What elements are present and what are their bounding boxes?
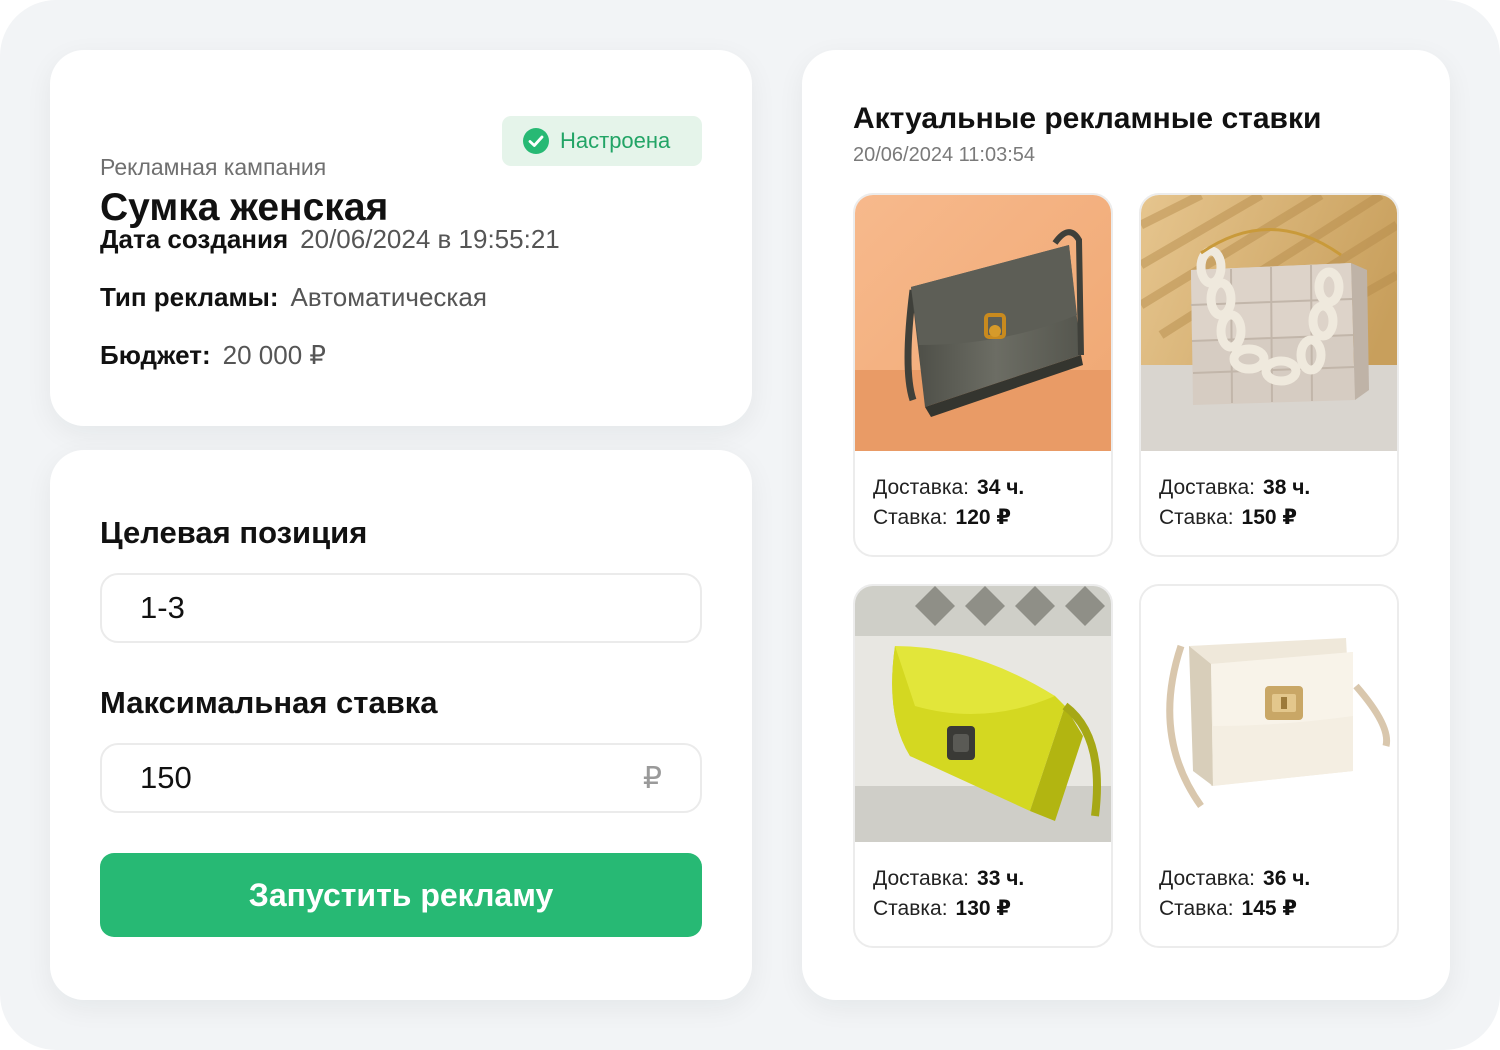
created-date-value: 20/06/2024 в 19:55:21 — [300, 224, 560, 254]
bid-value: 145 ₽ — [1241, 897, 1298, 920]
yellow-bag-image — [855, 586, 1111, 842]
bid-label: Ставка: — [1159, 506, 1234, 529]
ad-type-row: Тип рекламы: Автоматическая — [100, 282, 487, 313]
created-date-label: Дата создания — [100, 224, 289, 254]
delivery-label: Доставка: — [1159, 867, 1256, 890]
budget-row: Бюджет: 20 000 ₽ — [100, 340, 326, 371]
ruble-icon: ₽ — [642, 761, 662, 795]
delivery-value: 38 ч. — [1263, 476, 1311, 499]
ad-type-value: Автоматическая — [290, 282, 487, 312]
status-text: Настроена — [560, 128, 671, 153]
max-bid-input[interactable]: 150 ₽ — [100, 743, 702, 813]
current-bids-card: Актуальные рекламные ставки 20/06/2024 1… — [802, 50, 1450, 1000]
budget-value: 20 000 ₽ — [222, 340, 326, 370]
product-meta: Доставка: 33 ч. Ставка: 130 ₽ — [873, 864, 1024, 924]
product-card[interactable]: Доставка: 33 ч. Ставка: 130 ₽ — [853, 584, 1113, 948]
campaign-label: Рекламная кампания — [100, 154, 327, 180]
product-meta: Доставка: 34 ч. Ставка: 120 ₽ — [873, 473, 1024, 533]
delivery-value: 34 ч. — [977, 476, 1025, 499]
product-card[interactable]: Доставка: 34 ч. Ставка: 120 ₽ — [853, 193, 1113, 557]
product-meta: Доставка: 38 ч. Ставка: 150 ₽ — [1159, 473, 1310, 533]
quilted-beige-bag-image — [1141, 195, 1397, 451]
campaign-info-card: Рекламная кампания Сумка женская Настрое… — [50, 50, 752, 426]
check-circle-icon — [523, 128, 549, 154]
budget-label: Бюджет: — [100, 340, 211, 370]
delivery-value: 33 ч. — [977, 867, 1025, 890]
status-badge: Настроена — [502, 116, 702, 166]
bids-timestamp: 20/06/2024 11:03:54 — [853, 144, 1036, 166]
max-bid-label: Максимальная ставка — [100, 685, 438, 720]
campaign-settings-card: Целевая позиция 1-3 Максимальная ставка … — [50, 450, 752, 1000]
delivery-value: 36 ч. — [1263, 867, 1311, 890]
delivery-label: Доставка: — [873, 476, 970, 499]
target-position-value: 1-3 — [140, 590, 185, 625]
target-position-label: Целевая позиция — [100, 515, 368, 550]
bid-label: Ставка: — [873, 506, 948, 529]
max-bid-value: 150 — [140, 760, 192, 795]
cream-bag-image — [1141, 586, 1397, 842]
product-card[interactable]: Доставка: 38 ч. Ставка: 150 ₽ — [1139, 193, 1399, 557]
bid-label: Ставка: — [873, 897, 948, 920]
product-meta: Доставка: 36 ч. Ставка: 145 ₽ — [1159, 864, 1310, 924]
created-date-row: Дата создания 20/06/2024 в 19:55:21 — [100, 224, 560, 255]
bid-label: Ставка: — [1159, 897, 1234, 920]
bids-title: Актуальные рекламные ставки — [853, 102, 1322, 135]
ad-type-label: Тип рекламы: — [100, 282, 279, 312]
product-card[interactable]: Доставка: 36 ч. Ставка: 145 ₽ — [1139, 584, 1399, 948]
delivery-label: Доставка: — [1159, 476, 1256, 499]
target-position-input[interactable]: 1-3 — [100, 573, 702, 643]
bid-value: 120 ₽ — [955, 506, 1012, 529]
grey-handbag-image — [855, 195, 1111, 451]
bid-value: 130 ₽ — [955, 897, 1012, 920]
delivery-label: Доставка: — [873, 867, 970, 890]
launch-ad-button[interactable]: Запустить рекламу — [100, 853, 702, 937]
bid-value: 150 ₽ — [1241, 506, 1298, 529]
